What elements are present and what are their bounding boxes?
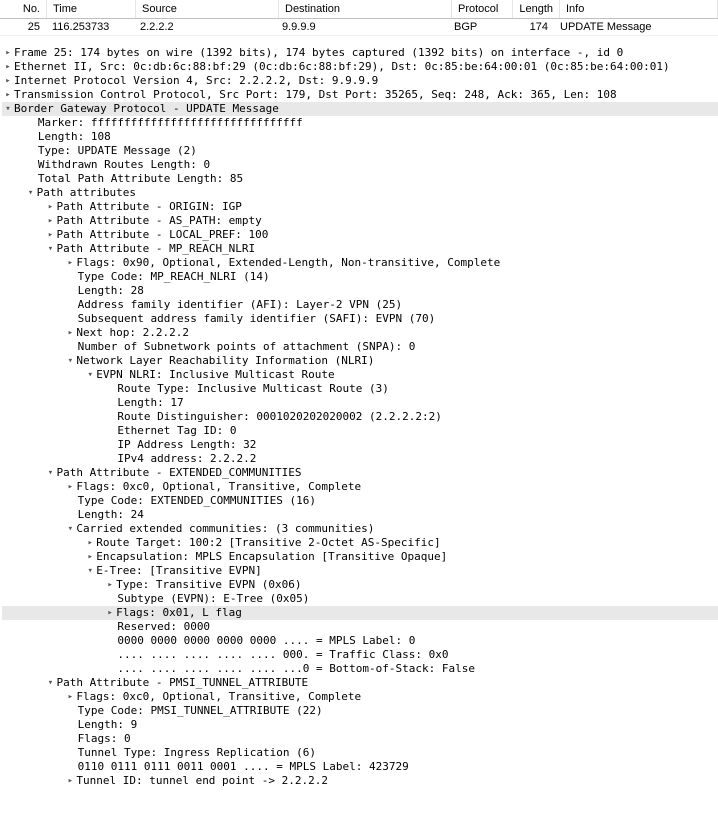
tree-etree-tc[interactable]: .... .... .... .... .... 000. = Traffic … [2, 648, 718, 662]
expander-closed-icon[interactable]: ▸ [104, 606, 116, 620]
expander-open-icon[interactable]: ▾ [45, 676, 57, 690]
col-source[interactable]: Source [136, 0, 279, 18]
expander-closed-icon[interactable]: ▸ [64, 690, 76, 704]
expander-open-icon[interactable]: ▾ [45, 242, 57, 256]
expander-open-icon[interactable]: ▾ [84, 368, 96, 382]
tree-mp-typecode[interactable]: Type Code: MP_REACH_NLRI (14) [2, 270, 718, 284]
expander-closed-icon[interactable]: ▸ [84, 550, 96, 564]
expander-closed-icon[interactable]: ▸ [2, 60, 14, 74]
expander-closed-icon[interactable]: ▸ [64, 326, 76, 340]
tree-mp-reach[interactable]: ▾Path Attribute - MP_REACH_NLRI [2, 242, 718, 256]
col-destination[interactable]: Destination [279, 0, 452, 18]
expander-open-icon[interactable]: ▾ [84, 564, 96, 578]
expander-closed-icon[interactable]: ▸ [84, 536, 96, 550]
tree-pmsi-mpls[interactable]: 0110 0111 0111 0011 0001 .... = MPLS Lab… [2, 760, 718, 774]
tree-afi[interactable]: Address family identifier (AFI): Layer-2… [2, 298, 718, 312]
expander-open-icon[interactable]: ▾ [25, 186, 37, 200]
tree-etree[interactable]: ▾E-Tree: [Transitive EVPN] [2, 564, 718, 578]
cell-destination: 9.9.9.9 [276, 19, 448, 35]
tree-etree-mpls[interactable]: 0000 0000 0000 0000 0000 .... = MPLS Lab… [2, 634, 718, 648]
tree-route-type[interactable]: Route Type: Inclusive Multicast Route (3… [2, 382, 718, 396]
tree-ec-flags[interactable]: ▸Flags: 0xc0, Optional, Transitive, Comp… [2, 480, 718, 494]
expander-closed-icon[interactable]: ▸ [2, 74, 14, 88]
expander-closed-icon[interactable]: ▸ [64, 480, 76, 494]
expander-closed-icon[interactable]: ▸ [2, 88, 14, 102]
tree-nlri[interactable]: ▾Network Layer Reachability Information … [2, 354, 718, 368]
tree-bgp[interactable]: ▾Border Gateway Protocol - UPDATE Messag… [2, 102, 718, 116]
expander-open-icon[interactable]: ▾ [45, 466, 57, 480]
cell-info: UPDATE Message [554, 19, 718, 35]
expander-closed-icon[interactable]: ▸ [64, 256, 76, 270]
tree-nexthop[interactable]: ▸Next hop: 2.2.2.2 [2, 326, 718, 340]
tree-etree-reserved[interactable]: Reserved: 0000 [2, 620, 718, 634]
cell-length: 174 [508, 19, 554, 35]
tree-pmsi-flags-hdr[interactable]: ▸Flags: 0xc0, Optional, Transitive, Comp… [2, 690, 718, 704]
tree-mp-length[interactable]: Length: 28 [2, 284, 718, 298]
expander-closed-icon[interactable]: ▸ [45, 214, 57, 228]
col-length[interactable]: Length [513, 0, 560, 18]
expander-closed-icon[interactable]: ▸ [104, 578, 116, 592]
expander-open-icon[interactable]: ▾ [64, 354, 76, 368]
tree-pmsi-flags0[interactable]: Flags: 0 [2, 732, 718, 746]
tree-ethernet[interactable]: ▸Ethernet II, Src: 0c:db:6c:88:bf:29 (0c… [2, 60, 718, 74]
tree-ip[interactable]: ▸Internet Protocol Version 4, Src: 2.2.2… [2, 74, 718, 88]
tree-rd[interactable]: Route Distinguisher: 0001020202020002 (2… [2, 410, 718, 424]
tree-frame[interactable]: ▸Frame 25: 174 bytes on wire (1392 bits)… [2, 46, 718, 60]
tree-etree-flags[interactable]: ▸Flags: 0x01, L flag [2, 606, 718, 620]
cell-source: 2.2.2.2 [134, 19, 276, 35]
tree-localpref[interactable]: ▸Path Attribute - LOCAL_PREF: 100 [2, 228, 718, 242]
tree-eth-tag[interactable]: Ethernet Tag ID: 0 [2, 424, 718, 438]
packet-row[interactable]: 25 116.253733 2.2.2.2 9.9.9.9 BGP 174 UP… [0, 19, 718, 36]
expander-open-icon[interactable]: ▾ [2, 102, 14, 116]
tree-pmsi-tunnelid[interactable]: ▸Tunnel ID: tunnel end point -> 2.2.2.2 [2, 774, 718, 788]
expander-closed-icon[interactable]: ▸ [45, 200, 57, 214]
cell-time: 116.253733 [46, 19, 134, 35]
tree-encap[interactable]: ▸Encapsulation: MPLS Encapsulation [Tran… [2, 550, 718, 564]
cell-no: 25 [0, 19, 46, 35]
tree-extcomm[interactable]: ▾Path Attribute - EXTENDED_COMMUNITIES [2, 466, 718, 480]
packet-list-header: No. Time Source Destination Protocol Len… [0, 0, 718, 19]
col-no[interactable]: No. [0, 0, 47, 18]
tree-ec-len[interactable]: Length: 24 [2, 508, 718, 522]
tree-tpal[interactable]: Total Path Attribute Length: 85 [2, 172, 718, 186]
tree-origin[interactable]: ▸Path Attribute - ORIGIN: IGP [2, 200, 718, 214]
tree-ip-addr-len[interactable]: IP Address Length: 32 [2, 438, 718, 452]
tree-rt[interactable]: ▸Route Target: 100:2 [Transitive 2-Octet… [2, 536, 718, 550]
tree-snpa[interactable]: Number of Subnetwork points of attachmen… [2, 340, 718, 354]
tree-etree-type[interactable]: ▸Type: Transitive EVPN (0x06) [2, 578, 718, 592]
tree-marker[interactable]: Marker: ffffffffffffffffffffffffffffffff [2, 116, 718, 130]
tree-path-attributes[interactable]: ▾Path attributes [2, 186, 718, 200]
tree-pmsi[interactable]: ▾Path Attribute - PMSI_TUNNEL_ATTRIBUTE [2, 676, 718, 690]
tree-mp-flags[interactable]: ▸Flags: 0x90, Optional, Extended-Length,… [2, 256, 718, 270]
tree-safi[interactable]: Subsequent address family identifier (SA… [2, 312, 718, 326]
tree-ec-carried[interactable]: ▾Carried extended communities: (3 commun… [2, 522, 718, 536]
tree-pmsi-len[interactable]: Length: 9 [2, 718, 718, 732]
col-info[interactable]: Info [560, 0, 718, 18]
expander-open-icon[interactable]: ▾ [64, 522, 76, 536]
tree-etree-bos[interactable]: .... .... .... .... .... ...0 = Bottom-o… [2, 662, 718, 676]
tree-route-len[interactable]: Length: 17 [2, 396, 718, 410]
expander-closed-icon[interactable]: ▸ [45, 228, 57, 242]
tree-aspath[interactable]: ▸Path Attribute - AS_PATH: empty [2, 214, 718, 228]
tree-evpn-nlri[interactable]: ▾EVPN NLRI: Inclusive Multicast Route [2, 368, 718, 382]
expander-closed-icon[interactable]: ▸ [64, 774, 76, 788]
tree-pmsi-typecode[interactable]: Type Code: PMSI_TUNNEL_ATTRIBUTE (22) [2, 704, 718, 718]
packet-details-tree: ▸Frame 25: 174 bytes on wire (1392 bits)… [0, 42, 718, 788]
tree-ec-typecode[interactable]: Type Code: EXTENDED_COMMUNITIES (16) [2, 494, 718, 508]
tree-ipv4[interactable]: IPv4 address: 2.2.2.2 [2, 452, 718, 466]
col-time[interactable]: Time [47, 0, 136, 18]
tree-tcp[interactable]: ▸Transmission Control Protocol, Src Port… [2, 88, 718, 102]
tree-withdrawn[interactable]: Withdrawn Routes Length: 0 [2, 158, 718, 172]
tree-length[interactable]: Length: 108 [2, 130, 718, 144]
expander-closed-icon[interactable]: ▸ [2, 46, 14, 60]
tree-pmsi-tunneltype[interactable]: Tunnel Type: Ingress Replication (6) [2, 746, 718, 760]
tree-etree-subtype[interactable]: Subtype (EVPN): E-Tree (0x05) [2, 592, 718, 606]
col-protocol[interactable]: Protocol [452, 0, 513, 18]
tree-type[interactable]: Type: UPDATE Message (2) [2, 144, 718, 158]
cell-protocol: BGP [448, 19, 508, 35]
